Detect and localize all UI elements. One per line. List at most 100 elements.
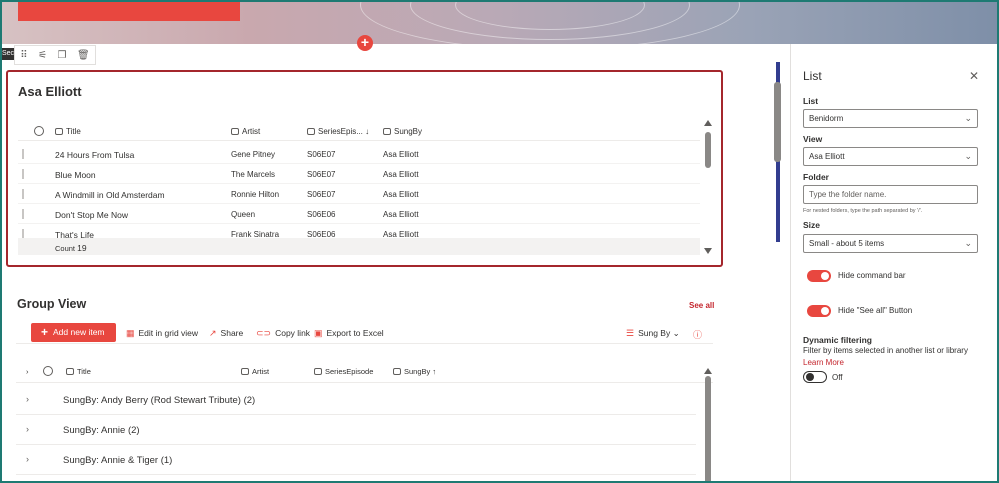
cell-episode: S06E07 xyxy=(307,150,336,159)
group-by-button[interactable]: ☰ Sung By ⌄ xyxy=(626,328,680,339)
column-header-series-episode[interactable]: SeriesEpis... ↓ xyxy=(307,127,369,136)
view-dropdown[interactable]: Asa Elliott ⌄ xyxy=(803,147,978,166)
drag-handle-icon[interactable]: ⠿ xyxy=(20,50,27,61)
chevron-right-icon[interactable]: › xyxy=(26,454,29,464)
column-header-artist[interactable]: Artist xyxy=(231,127,260,136)
web-part-title: Asa Elliott xyxy=(18,84,82,99)
export-label: Export to Excel xyxy=(326,328,384,338)
add-section-button[interactable]: + xyxy=(357,35,373,51)
column-header-title[interactable]: Title xyxy=(55,127,81,136)
column-header-series-episode[interactable]: SeriesEpisode xyxy=(314,367,373,376)
cell-sungby: Asa Elliott xyxy=(383,210,419,219)
page-scrollbar[interactable] xyxy=(774,62,781,242)
hide-command-bar-label: Hide command bar xyxy=(838,271,906,280)
select-all-checkbox[interactable] xyxy=(43,366,53,376)
expand-all-chevron-icon[interactable]: › xyxy=(26,367,29,376)
add-new-item-button[interactable]: + Add new item xyxy=(31,323,116,342)
command-bar: + Add new item ▦ Edit in grid view ↗ Share … xyxy=(16,322,713,344)
scroll-thumb[interactable] xyxy=(705,132,711,168)
cell-title[interactable]: Don't Stop Me Now xyxy=(55,210,128,220)
group-header-row[interactable]: › SungBy: Andy Berry (Rod Stewart Tribut… xyxy=(16,385,696,415)
dynamic-filtering-toggle[interactable] xyxy=(803,371,827,383)
row-select-bar[interactable] xyxy=(22,209,24,219)
cell-title[interactable]: 24 Hours From Tulsa xyxy=(55,150,134,160)
column-header-sungby[interactable]: SungBy ↑ xyxy=(393,367,436,376)
scroll-thumb[interactable] xyxy=(705,376,711,483)
cell-sungby: Asa Elliott xyxy=(383,150,419,159)
section-tag: Sec xyxy=(2,48,14,60)
copy-link-button[interactable]: ⊂⊃ Copy link xyxy=(256,328,310,339)
group-header-row[interactable]: › SungBy: Annie (2) xyxy=(16,415,696,445)
size-dropdown[interactable]: Small - about 5 items ⌄ xyxy=(803,234,978,253)
delete-icon[interactable]: 🗑 xyxy=(77,50,90,61)
learn-more-link[interactable]: Learn More xyxy=(803,358,844,367)
info-button[interactable]: ⓘ xyxy=(693,328,706,341)
folder-input[interactable]: Type the folder name. xyxy=(803,185,978,204)
cell-title[interactable]: Blue Moon xyxy=(55,170,96,180)
link-icon: ⊂⊃ xyxy=(256,328,272,338)
list-header: Title Artist SeriesEpis... ↓ SungBy xyxy=(18,123,700,141)
group-list-scrollbar[interactable] xyxy=(703,368,713,483)
edit-grid-view-button[interactable]: ▦ Edit in grid view xyxy=(126,328,198,339)
hide-command-bar-toggle[interactable] xyxy=(807,270,831,282)
plus-icon: + xyxy=(41,325,49,339)
table-row[interactable]: Blue Moon The Marcels S06E07 Asa Elliott xyxy=(18,164,700,184)
edit-properties-icon[interactable]: ⚟ xyxy=(38,50,47,61)
see-all-link[interactable]: See all xyxy=(689,301,714,310)
scroll-down-icon[interactable] xyxy=(704,248,712,254)
hide-see-all-label: Hide "See all" Button xyxy=(838,306,913,315)
chevron-right-icon[interactable]: › xyxy=(26,424,29,434)
cell-title[interactable]: A Windmill in Old Amsterdam xyxy=(55,190,165,200)
table-row[interactable]: 24 Hours From Tulsa Gene Pitney S06E07 A… xyxy=(18,144,700,164)
share-button[interactable]: ↗ Share xyxy=(209,328,243,339)
sort-down-icon: ↓ xyxy=(365,127,370,136)
text-field-icon xyxy=(55,128,63,135)
scroll-up-icon[interactable] xyxy=(704,120,712,126)
dynamic-filtering-description: Filter by items selected in another list… xyxy=(803,346,968,355)
close-icon[interactable]: ✕ xyxy=(969,69,979,83)
row-select-bar[interactable] xyxy=(22,189,24,199)
list-label: List xyxy=(803,96,819,106)
excel-icon: ▣ xyxy=(314,328,323,338)
chevron-down-icon: ⌄ xyxy=(964,113,972,123)
add-new-item-label: Add new item xyxy=(53,327,105,337)
folder-hint: For nested folders, type the path separa… xyxy=(803,208,923,214)
group-icon: ☰ xyxy=(626,328,635,338)
column-header-sungby[interactable]: SungBy xyxy=(383,127,422,136)
table-row[interactable]: Don't Stop Me Now Queen S06E06 Asa Ellio… xyxy=(18,204,700,224)
grid-icon: ▦ xyxy=(126,328,135,338)
count-label: Count xyxy=(55,244,76,253)
duplicate-icon[interactable]: ❐ xyxy=(58,50,67,61)
cell-artist: Gene Pitney xyxy=(231,150,276,159)
cell-sungby: Asa Elliott xyxy=(383,190,419,199)
list-dropdown[interactable]: Benidorm ⌄ xyxy=(803,109,978,128)
select-all-checkbox[interactable] xyxy=(34,126,44,136)
view-label: View xyxy=(803,134,823,144)
row-select-bar[interactable] xyxy=(22,169,24,179)
size-value: Small - about 5 items xyxy=(809,239,885,248)
view-value: Asa Elliott xyxy=(809,152,845,161)
table-row[interactable]: A Windmill in Old Amsterdam Ronnie Hilto… xyxy=(18,184,700,204)
list-web-part[interactable]: Asa Elliott Title Artist SeriesEpis... ↓… xyxy=(6,70,723,267)
group-header-row[interactable]: › SungBy: Annie & Tiger (1) xyxy=(16,445,696,475)
scroll-up-icon[interactable] xyxy=(704,368,712,374)
count-value: 19 xyxy=(77,243,87,253)
hide-see-all-toggle[interactable] xyxy=(807,305,831,317)
cell-episode: S06E07 xyxy=(307,190,336,199)
list-value: Benidorm xyxy=(809,114,844,123)
page-scroll-thumb[interactable] xyxy=(774,82,781,162)
list-scrollbar[interactable] xyxy=(703,120,713,256)
cell-sungby: Asa Elliott xyxy=(383,170,419,179)
edit-grid-label: Edit in grid view xyxy=(138,328,199,338)
export-excel-button[interactable]: ▣ Export to Excel xyxy=(314,328,384,339)
page-banner xyxy=(0,0,999,44)
row-select-bar[interactable] xyxy=(22,149,24,159)
column-header-title[interactable]: Title xyxy=(66,367,91,376)
chevron-down-icon: ⌄ xyxy=(964,151,972,161)
cell-artist: Ronnie Hilton xyxy=(231,190,280,199)
group-by-label: Sung By xyxy=(638,328,671,338)
chevron-down-icon: ⌄ xyxy=(964,238,972,248)
column-header-artist[interactable]: Artist xyxy=(241,367,269,376)
chevron-right-icon[interactable]: › xyxy=(26,394,29,404)
group-label: SungBy: Annie (2) xyxy=(63,425,140,436)
